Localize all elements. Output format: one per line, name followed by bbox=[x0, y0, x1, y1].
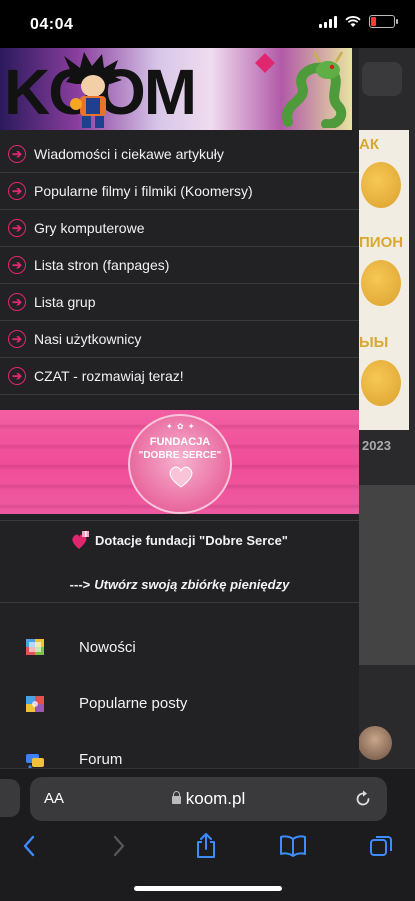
nav-item-news[interactable]: Nowości bbox=[0, 625, 359, 669]
book-icon bbox=[280, 835, 306, 857]
nav-item-label: Nowości bbox=[79, 638, 136, 656]
status-icons bbox=[319, 15, 398, 28]
popular-posts-icon bbox=[26, 696, 44, 712]
tabs-icon bbox=[370, 836, 392, 856]
zodiac-sign-icon bbox=[361, 360, 401, 406]
fundacja-logo: ✦ ✿ ✦ FUNDACJA "DOBRE SERCE" bbox=[128, 414, 232, 514]
dragon-shenron-icon bbox=[282, 52, 347, 128]
fundacja-banner[interactable]: ✦ ✿ ✦ FUNDACJA "DOBRE SERCE" bbox=[0, 410, 359, 514]
background-photo[interactable] bbox=[358, 485, 415, 665]
create-fundraiser-link[interactable]: ---> Utwórz swoją zbiórkę pieniędzy bbox=[0, 566, 359, 602]
background-year: 2023 bbox=[362, 438, 391, 453]
background-search-field[interactable] bbox=[362, 62, 402, 96]
menu-item-label: Nasi użytkownicy bbox=[34, 331, 142, 347]
menu-item-fanpages[interactable]: ➔ Lista stron (fanpages) bbox=[0, 247, 359, 284]
arrow-right-circle-icon: ➔ bbox=[8, 145, 26, 163]
menu-item-popular-videos[interactable]: ➔ Popularne filmy i filmiki (Koomersy) bbox=[0, 173, 359, 210]
nav-item-label: Forum bbox=[79, 750, 123, 768]
cellular-signal-icon bbox=[319, 15, 337, 28]
heart-icon bbox=[169, 466, 193, 488]
create-prefix: ---> bbox=[69, 576, 91, 592]
menu-item-news[interactable]: ➔ Wiadomości i ciekawe artykuły bbox=[0, 136, 359, 173]
tabs-button[interactable] bbox=[366, 831, 396, 861]
zodiac-word: АК bbox=[359, 136, 379, 153]
forum-icon bbox=[26, 754, 44, 768]
arrow-right-circle-icon: ➔ bbox=[8, 182, 26, 200]
main-menu: ➔ Wiadomości i ciekawe artykuły ➔ Popula… bbox=[0, 136, 359, 395]
zodiac-sign-icon bbox=[361, 260, 401, 306]
arrow-right-circle-icon: ➔ bbox=[8, 330, 26, 348]
lock-icon bbox=[171, 791, 181, 804]
donations-label: Dotacje fundacji "Dobre Serce" bbox=[95, 532, 288, 548]
avatar[interactable] bbox=[358, 726, 392, 760]
back-button[interactable] bbox=[14, 831, 44, 861]
menu-item-label: CZAT - rozmawiaj teraz! bbox=[34, 368, 184, 384]
status-bar: 04:04 bbox=[0, 0, 415, 48]
background-zodiac-image[interactable]: АК ПИОН ЫЫ bbox=[357, 130, 409, 430]
menu-item-users[interactable]: ➔ Nasi użytkownicy bbox=[0, 321, 359, 358]
previous-tab-peek[interactable] bbox=[0, 779, 20, 817]
koom-logo-banner[interactable]: KOOM bbox=[0, 48, 352, 130]
star-icon bbox=[255, 53, 275, 73]
menu-item-chat[interactable]: ➔ CZAT - rozmawiaj teraz! bbox=[0, 358, 359, 395]
nav-item-forum[interactable]: Forum bbox=[0, 737, 359, 768]
bookmarks-button[interactable] bbox=[278, 831, 308, 861]
zodiac-sign-icon bbox=[361, 162, 401, 208]
goku-character-icon bbox=[64, 52, 122, 128]
menu-item-label: Wiadomości i ciekawe artykuły bbox=[34, 146, 224, 162]
menu-item-label: Popularne filmy i filmiki (Koomersy) bbox=[34, 183, 253, 199]
arrow-right-circle-icon: ➔ bbox=[8, 219, 26, 237]
share-button[interactable] bbox=[191, 831, 221, 861]
zodiac-word: ПИОН bbox=[359, 234, 404, 251]
url-display[interactable]: koom.pl bbox=[30, 789, 387, 809]
heart-gift-icon bbox=[72, 531, 90, 549]
fundacja-subtitle: "DOBRE SERCE" bbox=[138, 450, 222, 461]
status-time: 04:04 bbox=[30, 16, 74, 33]
url-text: koom.pl bbox=[185, 789, 246, 808]
nav-item-label: Popularne posty bbox=[79, 694, 188, 712]
arrow-right-circle-icon: ➔ bbox=[8, 293, 26, 311]
address-bar[interactable]: AA koom.pl bbox=[30, 777, 387, 821]
arrow-right-circle-icon: ➔ bbox=[8, 367, 26, 385]
create-fundraiser-label: Utwórz swoją zbiórkę pieniędzy bbox=[94, 576, 290, 592]
forward-button[interactable] bbox=[104, 831, 134, 861]
menu-item-games[interactable]: ➔ Gry komputerowe bbox=[0, 210, 359, 247]
zodiac-word: ЫЫ bbox=[359, 334, 389, 351]
menu-item-groups[interactable]: ➔ Lista grup bbox=[0, 284, 359, 321]
browser-bottom-bar: AA koom.pl bbox=[0, 768, 415, 901]
share-icon bbox=[197, 833, 215, 858]
wifi-icon bbox=[345, 15, 361, 27]
reload-icon[interactable] bbox=[353, 789, 373, 809]
menu-item-label: Lista grup bbox=[34, 294, 96, 310]
fundacja-title: FUNDACJA bbox=[149, 436, 211, 448]
news-icon bbox=[26, 639, 44, 655]
chevron-right-icon bbox=[113, 835, 125, 857]
chevron-left-icon bbox=[23, 835, 35, 857]
nav-item-popular-posts[interactable]: Popularne posty bbox=[0, 681, 359, 725]
side-drawer: KOOM ➔ Wiadomości i ciekawe artykuły ➔ P… bbox=[0, 48, 359, 768]
menu-item-label: Lista stron (fanpages) bbox=[34, 257, 170, 273]
battery-icon bbox=[369, 15, 398, 28]
decoration-stars-icon: ✦ ✿ ✦ bbox=[166, 422, 196, 431]
donations-link[interactable]: Dotacje fundacji "Dobre Serce" bbox=[0, 520, 359, 560]
menu-item-label: Gry komputerowe bbox=[34, 220, 145, 236]
home-indicator[interactable] bbox=[134, 886, 282, 891]
arrow-right-circle-icon: ➔ bbox=[8, 256, 26, 274]
